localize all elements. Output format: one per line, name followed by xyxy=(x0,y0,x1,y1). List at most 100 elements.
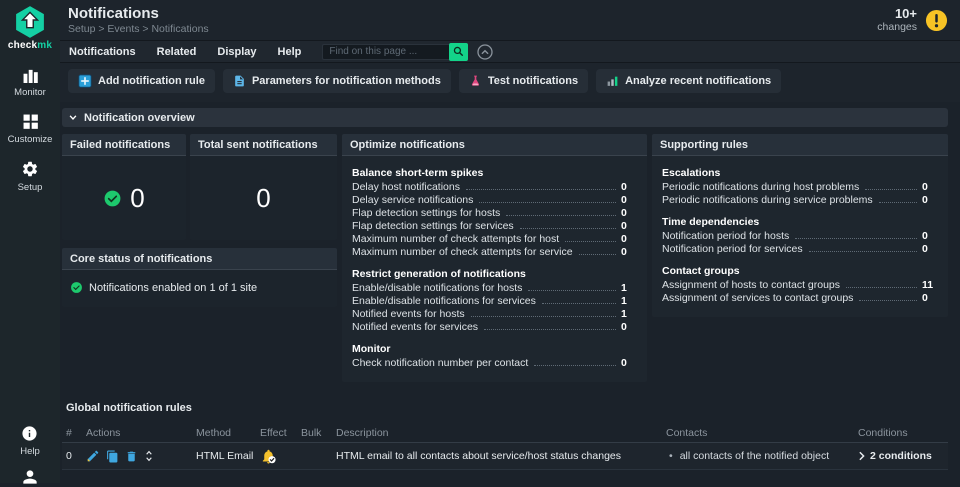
panel-title: Total sent notifications xyxy=(190,134,337,156)
rule-count-item: Delay host notifications0 xyxy=(352,181,637,194)
rule-link[interactable]: Notification period for services xyxy=(662,243,803,256)
rule-count: 0 xyxy=(621,220,637,233)
rule-count-item: Flap detection settings for services 0 xyxy=(352,220,637,233)
rule-count: 1 xyxy=(621,295,637,308)
sidebar-item-label: Monitor xyxy=(14,87,46,98)
search-button[interactable] xyxy=(449,43,468,61)
dotted-leader xyxy=(809,251,917,252)
title-block: Notifications Setup > Events > Notificat… xyxy=(68,5,209,35)
dotted-leader xyxy=(466,189,616,190)
main-area: Notifications Setup > Events > Notificat… xyxy=(60,0,960,483)
toolbar: Add notification rule Parameters for not… xyxy=(60,63,960,102)
rule-count-item: Notification period for hosts0 xyxy=(662,230,938,243)
dotted-leader xyxy=(579,254,616,255)
rule-count: 1 xyxy=(621,282,637,295)
parameters-notification-methods-button[interactable]: Parameters for notification methods xyxy=(223,69,451,93)
checkmk-logo-icon xyxy=(13,5,47,39)
rule-link[interactable]: Flap detection settings for hosts xyxy=(352,207,500,220)
grid-icon xyxy=(22,113,39,130)
rule-link[interactable]: Delay host notifications xyxy=(352,181,460,194)
search-input[interactable] xyxy=(322,44,450,60)
rule-link[interactable]: Notified events for hosts xyxy=(352,308,465,321)
subsection-heading: Balance short-term spikes xyxy=(352,167,637,179)
button-label: Parameters for notification methods xyxy=(252,75,441,87)
rule-count: 0 xyxy=(922,181,938,194)
sidebar-item-setup[interactable]: Setup xyxy=(18,160,43,193)
sidebar-item-label: Customize xyxy=(8,134,53,145)
dotted-leader xyxy=(534,365,616,366)
supporting-body: Escalations Periodic notifications durin… xyxy=(652,156,948,317)
user-icon xyxy=(20,467,40,487)
copy-icon[interactable] xyxy=(106,450,119,463)
contacts-cell: all contacts of the notified object xyxy=(666,450,858,462)
table-header-row: # Actions Method Effect Bulk Description… xyxy=(62,423,948,443)
rule-link[interactable]: Assignment of hosts to contact groups xyxy=(662,279,840,292)
core-status-text: Notifications enabled on 1 of 1 site xyxy=(89,282,257,294)
supporting-rules-panel: Supporting rules Escalations Periodic no… xyxy=(652,134,948,317)
gear-icon xyxy=(21,160,39,178)
chevron-down-icon xyxy=(68,113,78,122)
menu-item-help[interactable]: Help xyxy=(278,46,302,58)
rule-link[interactable]: Periodic notifications during host probl… xyxy=(662,181,859,194)
content: Notification overview Failed notificatio… xyxy=(60,102,960,470)
dotted-leader xyxy=(879,202,917,203)
checkmk-logo[interactable]: checkmk xyxy=(8,5,52,51)
button-label: Test notifications xyxy=(488,75,578,87)
rule-link[interactable]: Flap detection settings for services xyxy=(352,220,514,233)
edit-pencil-icon[interactable] xyxy=(86,449,100,463)
rule-link[interactable]: Check notification number per contact xyxy=(352,357,528,370)
rule-link[interactable]: Enable/disable notifications for hosts xyxy=(352,282,522,295)
total-sent-value[interactable]: 0 xyxy=(256,183,270,214)
checkmk-logo-text: checkmk xyxy=(8,40,52,51)
rule-link[interactable]: Maximum number of check attempts for hos… xyxy=(352,233,559,246)
menu-item-notifications[interactable]: Notifications xyxy=(69,46,136,58)
dotted-leader xyxy=(542,303,616,304)
sidebar-item-monitor[interactable]: Monitor xyxy=(14,66,46,98)
description-cell: HTML email to all contacts about service… xyxy=(336,450,666,462)
delete-trash-icon[interactable] xyxy=(125,450,138,463)
column-header: Contacts xyxy=(666,427,858,439)
check-circle-icon xyxy=(70,281,83,294)
conditions-link[interactable]: 2 conditions xyxy=(858,450,948,462)
menu-item-related[interactable]: Related xyxy=(157,46,197,58)
rule-link[interactable]: Maximum number of check attempts for ser… xyxy=(352,246,573,259)
rule-link[interactable]: Notification period for hosts xyxy=(662,230,789,243)
dotted-leader xyxy=(506,215,616,216)
move-sort-icon[interactable] xyxy=(144,449,154,463)
method-cell: HTML Email xyxy=(196,450,260,462)
rule-count-item: Flap detection settings for hosts 0 xyxy=(352,207,637,220)
sidebar-item-help[interactable]: Help xyxy=(20,425,40,457)
rule-link[interactable]: Delay service notifications xyxy=(352,194,473,207)
test-notifications-button[interactable]: Test notifications xyxy=(459,69,588,93)
rule-link[interactable]: Assignment of services to contact groups xyxy=(662,292,853,305)
analyze-recent-notifications-button[interactable]: Analyze recent notifications xyxy=(596,69,781,93)
rule-count-item: Check notification number per contact0 xyxy=(352,357,637,370)
breadcrumb: Setup > Events > Notifications xyxy=(68,23,209,35)
menu-item-display[interactable]: Display xyxy=(217,46,256,58)
add-notification-rule-button[interactable]: Add notification rule xyxy=(68,69,215,93)
rule-count-item: Assignment of hosts to contact groups11 xyxy=(662,279,938,292)
optimize-notifications-panel: Optimize notifications Balance short-ter… xyxy=(342,134,647,382)
sidebar-item-customize[interactable]: Customize xyxy=(8,113,53,145)
dotted-leader xyxy=(484,329,616,330)
rule-link[interactable]: Periodic notifications during service pr… xyxy=(662,194,873,207)
effect-cell xyxy=(260,448,301,465)
warning-changes-icon[interactable] xyxy=(925,9,948,32)
subsection-heading: Escalations xyxy=(662,167,938,179)
overview-left-column: Failed notifications 0 T xyxy=(62,134,337,307)
conditions-text: 2 conditions xyxy=(870,450,932,462)
sidebar-item-user[interactable] xyxy=(20,467,40,487)
rule-count-item: Periodic notifications during host probl… xyxy=(662,181,938,194)
sidebar: checkmk Monitor Customize xyxy=(0,0,60,483)
collapse-menu-icon[interactable] xyxy=(477,44,493,60)
rule-link[interactable]: Notified events for services xyxy=(352,321,478,334)
rule-link[interactable]: Enable/disable notifications for service… xyxy=(352,295,536,308)
notification-overview-section-toggle[interactable]: Notification overview xyxy=(62,108,948,127)
bell-notify-icon xyxy=(260,448,301,465)
changes-indicator[interactable]: 10+ changes xyxy=(877,7,917,34)
rule-count: 0 xyxy=(621,207,637,220)
failed-notifications-value[interactable]: 0 xyxy=(130,183,144,214)
panel-title: Failed notifications xyxy=(62,134,186,156)
table-title: Global notification rules xyxy=(62,402,948,423)
sidebar-item-label: Setup xyxy=(18,182,43,193)
